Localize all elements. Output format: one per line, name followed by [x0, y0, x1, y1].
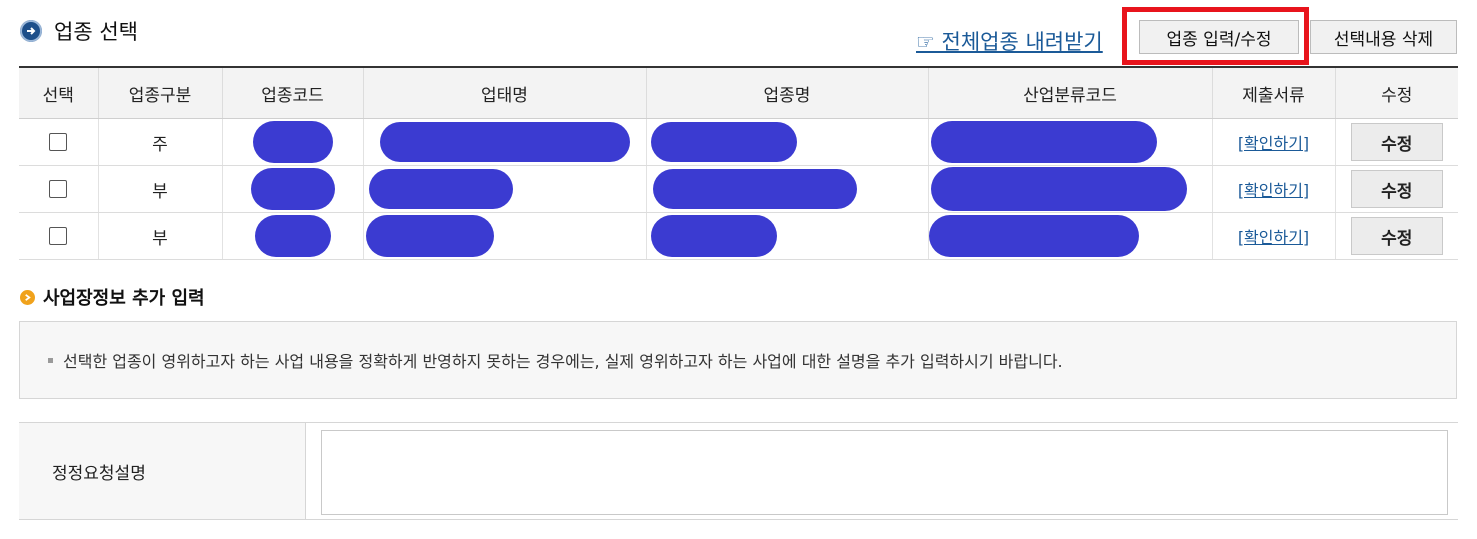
- delete-selection-button[interactable]: 선택내용 삭제: [1310, 20, 1457, 54]
- redacted-block: [379, 122, 630, 162]
- confirm-link[interactable]: [확인하기]: [1238, 228, 1309, 247]
- notice-text: 선택한 업종이 영위하고자 하는 사업 내용을 정확하게 반영하지 못하는 경우…: [63, 352, 1063, 371]
- table-row: 부 [확인하기] 수정: [19, 212, 1458, 260]
- table-row: 부 [확인하기] 수정: [19, 165, 1458, 213]
- confirm-link[interactable]: [확인하기]: [1238, 181, 1309, 200]
- table-header-row: 선택 업종구분 업종코드 업태명 업종명 산업분류코드 제출서류 수정: [19, 66, 1458, 119]
- redacted-block: [365, 215, 494, 257]
- extra-info-title-text: 사업장정보 추가 입력: [43, 288, 205, 309]
- row-type: 부: [97, 212, 222, 260]
- header-classification-code: 산업분류코드: [927, 66, 1212, 119]
- redacted-block: [650, 122, 797, 162]
- download-all-link[interactable]: ☞ 전체업종 내려받기: [916, 26, 1126, 56]
- redacted-block: [650, 215, 777, 257]
- edit-button[interactable]: 수정: [1350, 217, 1443, 255]
- row-checkbox[interactable]: [49, 180, 68, 198]
- redacted-block: [254, 215, 331, 257]
- row-checkbox[interactable]: [49, 133, 68, 151]
- redacted-block: [250, 168, 335, 210]
- confirm-link[interactable]: [확인하기]: [1238, 134, 1309, 153]
- section-title: 업종 선택: [20, 18, 138, 44]
- row-type: 부: [97, 165, 222, 213]
- header-edit: 수정: [1334, 66, 1458, 119]
- redacted-block: [368, 169, 513, 209]
- redacted-block: [652, 169, 857, 209]
- redacted-block: [930, 121, 1157, 163]
- redacted-block: [930, 167, 1187, 211]
- row-checkbox[interactable]: [49, 227, 68, 245]
- notice-box: 선택한 업종이 영위하고자 하는 사업 내용을 정확하게 반영하지 못하는 경우…: [19, 321, 1457, 399]
- bullet-icon: [48, 357, 53, 363]
- chevron-right-circle-icon: [20, 289, 35, 305]
- header-documents: 제출서류: [1211, 66, 1335, 119]
- edit-button[interactable]: 수정: [1350, 170, 1443, 208]
- header-type: 업종구분: [97, 66, 222, 119]
- arrow-right-circle-icon: [20, 20, 42, 42]
- edit-button[interactable]: 수정: [1350, 123, 1443, 161]
- correction-request-textarea[interactable]: [321, 430, 1448, 515]
- row-type: 주: [97, 118, 222, 166]
- redacted-block: [252, 121, 333, 163]
- table-row: 주 [확인하기] 수정: [19, 118, 1458, 166]
- redacted-block: [928, 215, 1139, 257]
- correction-request-label: 정정요청설명: [19, 423, 306, 519]
- section-title-text: 업종 선택: [54, 20, 138, 44]
- correction-request-row: 정정요청설명: [19, 422, 1458, 520]
- header-select: 선택: [19, 66, 98, 119]
- industry-input-edit-button[interactable]: 업종 입력/수정: [1139, 20, 1299, 54]
- header-industry-name: 업종명: [645, 66, 928, 119]
- header-code: 업종코드: [221, 66, 363, 119]
- industry-table: 선택 업종구분 업종코드 업태명 업종명 산업분류코드 제출서류 수정 주 [확…: [19, 66, 1458, 260]
- header-business-name: 업태명: [362, 66, 646, 119]
- extra-info-title: 사업장정보 추가 입력: [20, 284, 205, 310]
